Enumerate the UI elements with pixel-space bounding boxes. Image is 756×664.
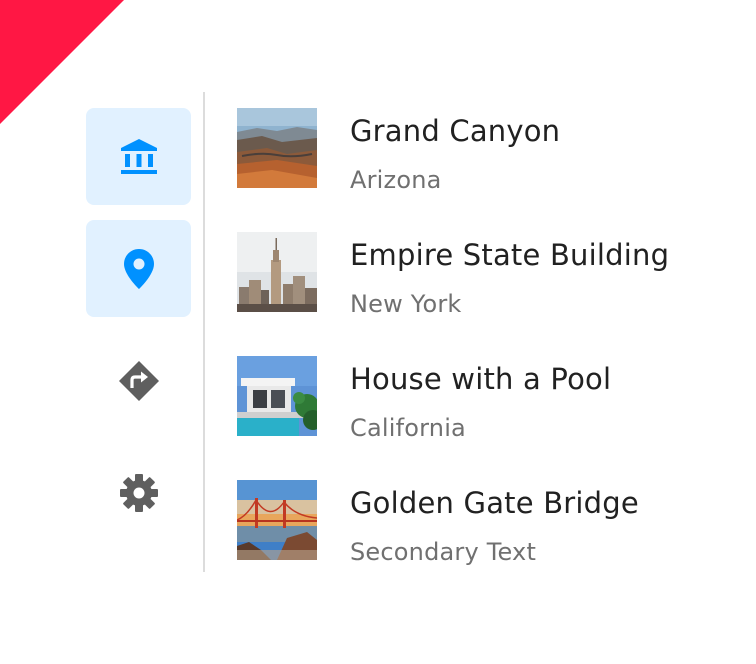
- list-item[interactable]: Grand Canyon Arizona: [237, 108, 737, 194]
- map-pin-icon: [123, 248, 155, 290]
- list-item-title: Empire State Building: [350, 238, 670, 272]
- corner-ribbon: [0, 0, 124, 124]
- gear-icon: [118, 472, 160, 514]
- house-pool-thumbnail: [237, 356, 317, 436]
- rail-item-bank[interactable]: [86, 108, 191, 205]
- list-item[interactable]: Golden Gate Bridge Secondary Text: [237, 480, 737, 566]
- page: Grand Canyon Arizona Empire State Buildi…: [0, 0, 756, 664]
- list-item[interactable]: Empire State Building New York: [237, 232, 737, 318]
- rail-item-location[interactable]: [86, 220, 191, 317]
- list-item-title: Grand Canyon: [350, 114, 561, 148]
- list-item-subtitle: Arizona: [350, 166, 442, 194]
- list-item-subtitle: California: [350, 414, 466, 442]
- rail-item-settings[interactable]: [86, 444, 191, 541]
- list-item-subtitle: New York: [350, 290, 462, 318]
- golden-gate-thumbnail: [237, 480, 317, 560]
- list-item-title: Golden Gate Bridge: [350, 486, 639, 520]
- list-item-title: House with a Pool: [350, 362, 612, 396]
- rail-item-directions[interactable]: [86, 332, 191, 429]
- list-item[interactable]: House with a Pool California: [237, 356, 737, 442]
- list-item-subtitle: Secondary Text: [350, 538, 537, 566]
- empire-state-thumbnail: [237, 232, 317, 312]
- directions-icon: [118, 360, 160, 402]
- grand-canyon-thumbnail: [237, 108, 317, 188]
- rail-divider: [203, 92, 205, 572]
- bank-icon: [119, 137, 159, 177]
